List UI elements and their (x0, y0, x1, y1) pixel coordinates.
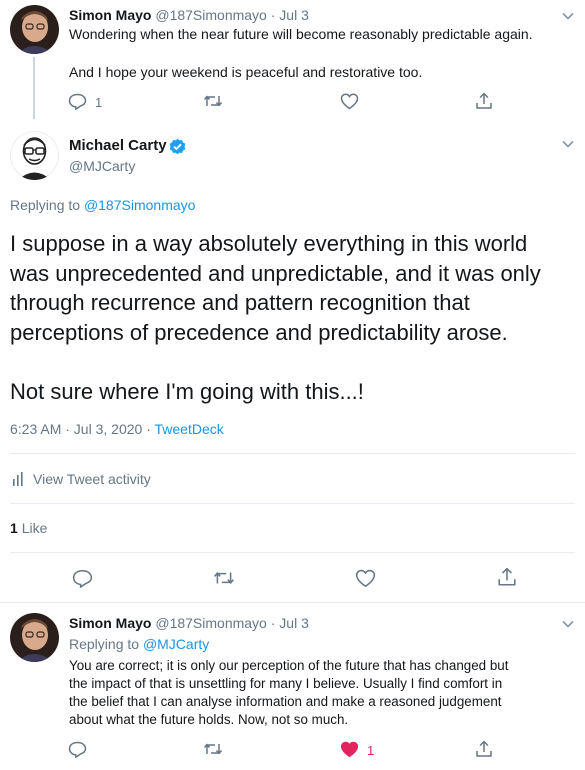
tweet1-text-line2: And I hope your weekend is peaceful and … (69, 64, 423, 80)
tweet-date[interactable]: · Jul 3 (271, 615, 309, 631)
avatar-simon-mayo[interactable] (10, 613, 59, 662)
reply-icon[interactable] (66, 92, 88, 110)
retweet-icon[interactable] (212, 567, 236, 589)
like-icon[interactable] (353, 567, 377, 589)
retweet-icon[interactable] (202, 92, 224, 110)
author-handle[interactable]: @MJCarty (69, 158, 135, 174)
chevron-down-icon[interactable] (558, 614, 578, 634)
divider (0, 602, 585, 603)
tweet1-header: Simon Mayo @187Simonmayo · Jul 3 (69, 7, 309, 23)
tweet-date[interactable]: · Jul 3 (271, 7, 309, 23)
tweet1-text-line1: Wondering when the near future will beco… (69, 26, 533, 42)
avatar-michael-carty[interactable] (10, 131, 59, 180)
replying-to-line: Replying to @MJCarty (69, 636, 209, 652)
source-link[interactable]: TweetDeck (155, 421, 224, 437)
reply-count: 1 (95, 95, 103, 110)
author-name[interactable]: Michael Carty (69, 137, 167, 154)
divider (10, 552, 575, 553)
chevron-down-icon[interactable] (558, 6, 578, 26)
divider (10, 453, 575, 454)
like-count: 1 (10, 520, 18, 536)
reply-icon[interactable] (70, 567, 94, 589)
replying-to-link[interactable]: @MJCarty (143, 636, 209, 652)
like-count: 1 (367, 743, 375, 758)
verified-badge-icon (168, 137, 186, 155)
view-tweet-activity-link[interactable]: View Tweet activity (33, 471, 151, 487)
tweet3-text-line3: the belief that I can analyse informatio… (69, 694, 502, 709)
like-label: Like (21, 520, 48, 536)
bar-chart-icon (10, 471, 26, 487)
chevron-down-icon[interactable] (558, 134, 578, 154)
timestamp-row: 6:23 AM · Jul 3, 2020 · TweetDeck (10, 421, 224, 437)
replying-to-line: Replying to @187Simonmayo (10, 197, 195, 213)
liked-heart-icon[interactable] (338, 740, 360, 758)
reply-icon[interactable] (66, 740, 88, 758)
tweet3-text-line4: about what the future holds. Now, not so… (69, 712, 349, 727)
author-handle[interactable]: @187Simonmayo (155, 7, 267, 23)
main-body-last: Not sure where I'm going with this...! (10, 379, 364, 404)
main-body-line1: I suppose in a way absolutely everything… (10, 231, 528, 256)
thread-connector-line (33, 57, 35, 119)
main-body-line4: perceptions of precedence and predictabi… (10, 320, 508, 345)
main-body-line3: through recurrence and pattern recogniti… (10, 290, 470, 315)
main-body-line2: was unprecedented and unpredictable, and… (10, 261, 541, 286)
replying-prefix: Replying to (69, 636, 140, 652)
divider (10, 503, 575, 504)
like-icon[interactable] (338, 92, 360, 110)
share-icon[interactable] (473, 739, 495, 759)
tweet3-text-line2: the impact of that is unsettling for man… (69, 676, 503, 691)
replying-prefix: Replying to (10, 197, 81, 213)
retweet-icon[interactable] (202, 740, 224, 758)
tweet3-text-line1: You are correct; it is only our percepti… (69, 658, 509, 673)
replying-to-link[interactable]: @187Simonmayo (84, 197, 196, 213)
avatar-photo (10, 613, 59, 662)
avatar-photo (10, 5, 59, 54)
main-author-row: Michael Carty (69, 137, 167, 154)
author-name[interactable]: Simon Mayo (69, 7, 151, 23)
timestamp[interactable]: 6:23 AM · Jul 3, 2020 · (10, 421, 151, 437)
share-icon[interactable] (495, 566, 519, 588)
tweet3-header: Simon Mayo @187Simonmayo · Jul 3 (69, 615, 309, 631)
likes-row[interactable]: 1 Like (10, 520, 47, 536)
author-handle[interactable]: @187Simonmayo (155, 615, 267, 631)
avatar-cartoon (10, 131, 59, 180)
share-icon[interactable] (473, 91, 495, 111)
avatar-simon-mayo[interactable] (10, 5, 59, 54)
author-name[interactable]: Simon Mayo (69, 615, 151, 631)
